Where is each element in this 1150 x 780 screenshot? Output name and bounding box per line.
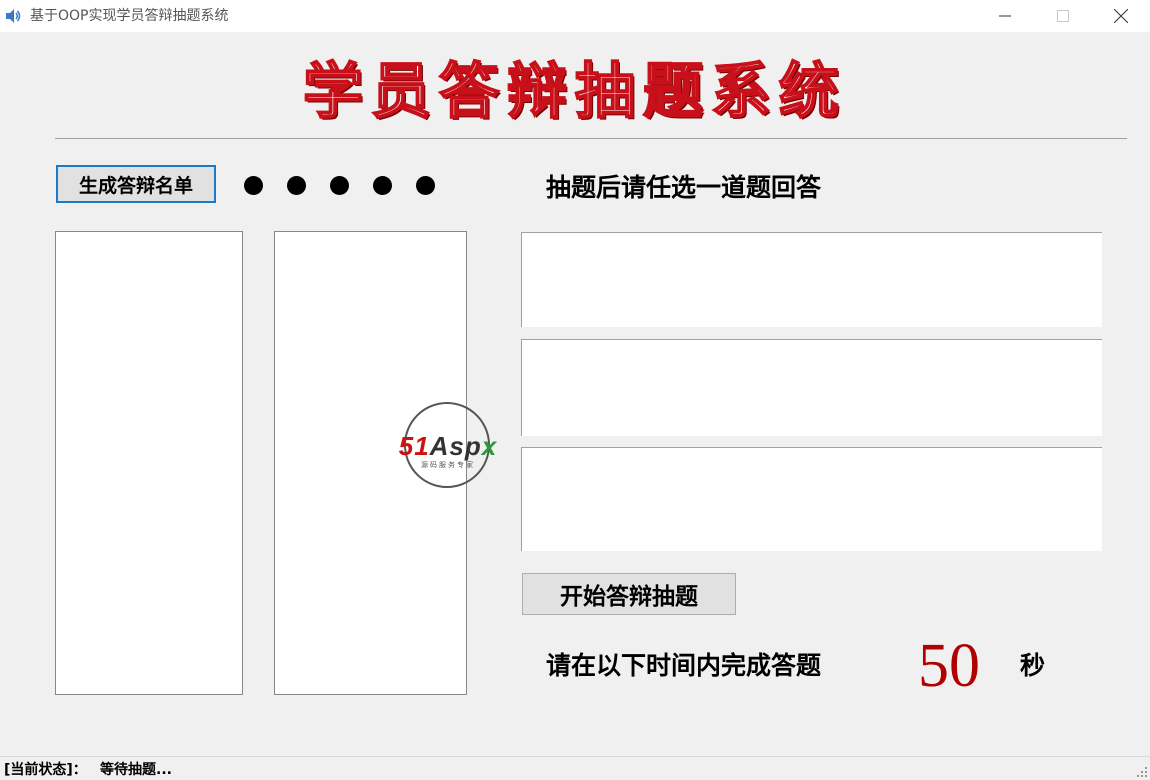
dot-indicator: [244, 176, 263, 195]
title-bar[interactable]: 基于OOP实现学员答辩抽题系统: [0, 0, 1150, 32]
watermark-brand-red: 51: [398, 431, 430, 461]
banner-title: 学员答辩抽题系统: [302, 56, 847, 128]
maximize-icon: [1057, 10, 1069, 22]
student-list[interactable]: [55, 231, 243, 695]
timer-value: 50: [918, 632, 980, 700]
question-box-1[interactable]: [521, 232, 1102, 327]
timer-unit: 秒: [1020, 651, 1046, 680]
banner-divider: [55, 138, 1127, 139]
watermark-brand-main: Asp: [429, 431, 482, 461]
generate-list-button[interactable]: 生成答辩名单: [56, 165, 216, 203]
question-prompt: 抽题后请任选一道题回答: [546, 173, 822, 202]
watermark-brand: 51Aspx: [386, 432, 510, 460]
dot-indicator: [287, 176, 306, 195]
dot-indicator: [373, 176, 392, 195]
status-label: [当前状态]：: [4, 762, 87, 778]
close-button[interactable]: [1094, 0, 1148, 32]
maximize-button[interactable]: [1036, 0, 1090, 32]
start-draw-button[interactable]: 开始答辩抽题: [522, 573, 736, 615]
question-box-3[interactable]: [521, 447, 1102, 551]
status-bar: [当前状态]： 等待抽题...: [0, 756, 1150, 780]
progress-dots: [244, 176, 435, 196]
dot-indicator: [416, 176, 435, 195]
timer-label: 请在以下时间内完成答题: [546, 651, 822, 680]
watermark-brand-green: x: [481, 431, 498, 461]
minimize-button[interactable]: [978, 0, 1032, 32]
watermark-logo: 51Aspx 源码服务专家: [386, 402, 510, 494]
speaker-icon[interactable]: [4, 7, 22, 25]
watermark-tagline: 源码服务专家: [421, 461, 475, 469]
dot-indicator: [330, 176, 349, 195]
status-value: 等待抽题...: [100, 762, 172, 778]
window-title: 基于OOP实现学员答辩抽题系统: [30, 8, 229, 24]
minimize-icon: [999, 15, 1011, 17]
app-window: 基于OOP实现学员答辩抽题系统 学员答辩抽题系统 生成答辩名单 抽题后请任选一道…: [0, 0, 1150, 780]
resize-grip-icon[interactable]: [1134, 764, 1148, 778]
question-box-2[interactable]: [521, 339, 1102, 436]
close-icon: [1114, 9, 1128, 23]
